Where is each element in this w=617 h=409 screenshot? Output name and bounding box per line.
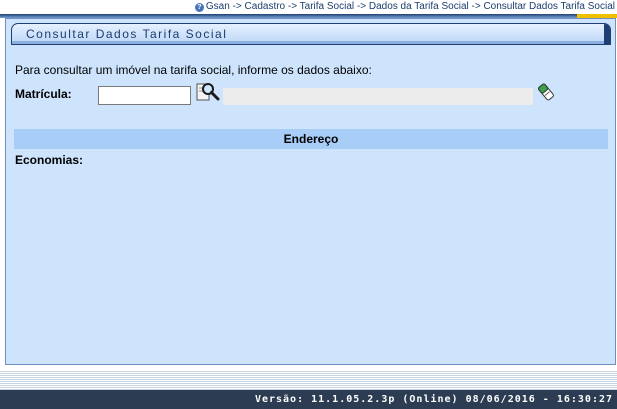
instruction-text: Para consultar um imóvel na tarifa socia…: [15, 63, 372, 77]
footer-stripes: [0, 370, 617, 390]
panel-title-bar: Consultar Dados Tarifa Social: [11, 23, 611, 45]
title-bar-edge: [604, 24, 610, 44]
breadcrumb-text[interactable]: Gsan -> Cadastro -> Tarifa Social -> Dad…: [206, 1, 617, 12]
matricula-label: Matrícula:: [15, 87, 72, 101]
help-icon[interactable]: ?: [194, 2, 204, 12]
matricula-description-field: [223, 88, 533, 105]
version-footer: Versão: 11.1.05.2.3p (Online) 08/06/2016…: [0, 390, 617, 409]
matricula-input[interactable]: [98, 86, 191, 105]
eraser-icon[interactable]: [537, 82, 555, 102]
breadcrumb: ? Gsan -> Cadastro -> Tarifa Social -> Da…: [0, 0, 617, 14]
magnifier-icon[interactable]: [196, 81, 220, 103]
economias-label: Economias:: [15, 153, 84, 167]
endereco-section-header: Endereço: [14, 129, 608, 149]
form-panel: Consultar Dados Tarifa Social Para consu…: [5, 18, 616, 365]
page-title: Consultar Dados Tarifa Social: [26, 27, 228, 41]
